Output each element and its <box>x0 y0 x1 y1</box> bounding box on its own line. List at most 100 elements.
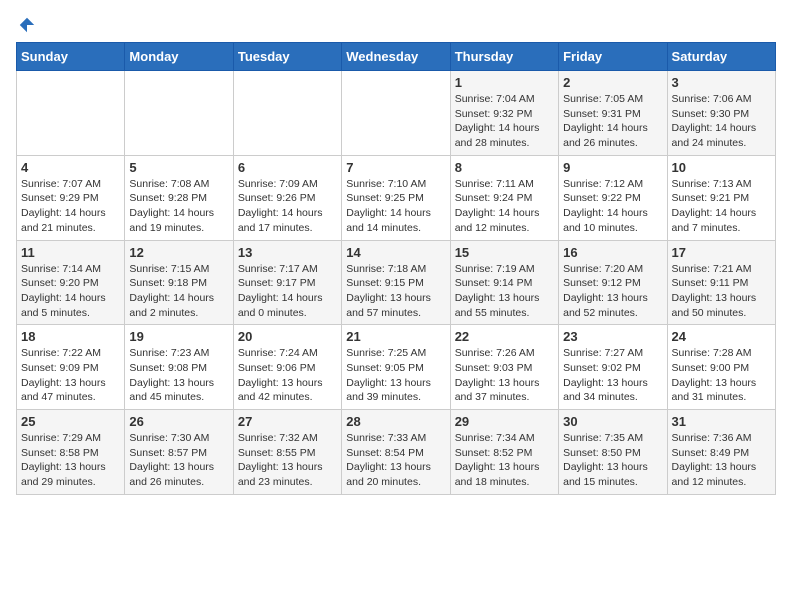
day-number: 7 <box>346 160 445 175</box>
day-info: Sunrise: 7:28 AM Sunset: 9:00 PM Dayligh… <box>672 346 771 405</box>
day-info: Sunrise: 7:23 AM Sunset: 9:08 PM Dayligh… <box>129 346 228 405</box>
calendar-cell: 16 Sunrise: 7:20 AM Sunset: 9:12 PM Dayli… <box>559 240 667 325</box>
calendar-cell: 11 Sunrise: 7:14 AM Sunset: 9:20 PM Dayli… <box>17 240 125 325</box>
day-number: 8 <box>455 160 554 175</box>
day-info: Sunrise: 7:27 AM Sunset: 9:02 PM Dayligh… <box>563 346 662 405</box>
day-number: 14 <box>346 245 445 260</box>
weekday-header-tuesday: Tuesday <box>233 43 341 71</box>
day-info: Sunrise: 7:09 AM Sunset: 9:26 PM Dayligh… <box>238 177 337 236</box>
day-number: 25 <box>21 414 120 429</box>
day-info: Sunrise: 7:06 AM Sunset: 9:30 PM Dayligh… <box>672 92 771 151</box>
calendar-cell <box>233 71 341 156</box>
weekday-header-saturday: Saturday <box>667 43 775 71</box>
day-info: Sunrise: 7:08 AM Sunset: 9:28 PM Dayligh… <box>129 177 228 236</box>
page-header <box>16 16 776 34</box>
day-info: Sunrise: 7:15 AM Sunset: 9:18 PM Dayligh… <box>129 262 228 321</box>
day-info: Sunrise: 7:25 AM Sunset: 9:05 PM Dayligh… <box>346 346 445 405</box>
day-info: Sunrise: 7:29 AM Sunset: 8:58 PM Dayligh… <box>21 431 120 490</box>
day-number: 20 <box>238 329 337 344</box>
calendar-cell: 10 Sunrise: 7:13 AM Sunset: 9:21 PM Dayli… <box>667 155 775 240</box>
day-info: Sunrise: 7:20 AM Sunset: 9:12 PM Dayligh… <box>563 262 662 321</box>
day-info: Sunrise: 7:12 AM Sunset: 9:22 PM Dayligh… <box>563 177 662 236</box>
calendar-week-3: 11 Sunrise: 7:14 AM Sunset: 9:20 PM Dayli… <box>17 240 776 325</box>
day-number: 2 <box>563 75 662 90</box>
calendar-cell: 4 Sunrise: 7:07 AM Sunset: 9:29 PM Daylig… <box>17 155 125 240</box>
calendar-cell: 2 Sunrise: 7:05 AM Sunset: 9:31 PM Daylig… <box>559 71 667 156</box>
calendar-week-1: 1 Sunrise: 7:04 AM Sunset: 9:32 PM Daylig… <box>17 71 776 156</box>
logo-icon <box>18 16 36 34</box>
day-number: 12 <box>129 245 228 260</box>
day-number: 27 <box>238 414 337 429</box>
calendar-cell: 24 Sunrise: 7:28 AM Sunset: 9:00 PM Dayli… <box>667 325 775 410</box>
calendar-cell <box>125 71 233 156</box>
calendar-cell: 23 Sunrise: 7:27 AM Sunset: 9:02 PM Dayli… <box>559 325 667 410</box>
day-number: 4 <box>21 160 120 175</box>
day-info: Sunrise: 7:13 AM Sunset: 9:21 PM Dayligh… <box>672 177 771 236</box>
day-info: Sunrise: 7:05 AM Sunset: 9:31 PM Dayligh… <box>563 92 662 151</box>
day-number: 1 <box>455 75 554 90</box>
calendar-cell: 8 Sunrise: 7:11 AM Sunset: 9:24 PM Daylig… <box>450 155 558 240</box>
calendar-cell: 14Sunrise: 7:18 AM Sunset: 9:15 PM Dayli… <box>342 240 450 325</box>
calendar-cell: 5 Sunrise: 7:08 AM Sunset: 9:28 PM Daylig… <box>125 155 233 240</box>
day-number: 11 <box>21 245 120 260</box>
calendar-cell: 7 Sunrise: 7:10 AM Sunset: 9:25 PM Daylig… <box>342 155 450 240</box>
day-number: 17 <box>672 245 771 260</box>
calendar-cell: 26Sunrise: 7:30 AM Sunset: 8:57 PM Dayli… <box>125 410 233 495</box>
day-number: 23 <box>563 329 662 344</box>
day-number: 5 <box>129 160 228 175</box>
day-info: Sunrise: 7:14 AM Sunset: 9:20 PM Dayligh… <box>21 262 120 321</box>
calendar-cell: 28 Sunrise: 7:33 AM Sunset: 8:54 PM Dayli… <box>342 410 450 495</box>
logo <box>16 16 36 34</box>
day-number: 18 <box>21 329 120 344</box>
day-number: 13 <box>238 245 337 260</box>
day-number: 15 <box>455 245 554 260</box>
weekday-header-friday: Friday <box>559 43 667 71</box>
day-number: 31 <box>672 414 771 429</box>
calendar-week-2: 4 Sunrise: 7:07 AM Sunset: 9:29 PM Daylig… <box>17 155 776 240</box>
calendar-cell: 1 Sunrise: 7:04 AM Sunset: 9:32 PM Daylig… <box>450 71 558 156</box>
weekday-header-sunday: Sunday <box>17 43 125 71</box>
calendar-cell: 25 Sunrise: 7:29 AM Sunset: 8:58 PM Dayli… <box>17 410 125 495</box>
calendar-cell: 3 Sunrise: 7:06 AM Sunset: 9:30 PM Daylig… <box>667 71 775 156</box>
calendar-cell: 9 Sunrise: 7:12 AM Sunset: 9:22 PM Daylig… <box>559 155 667 240</box>
calendar-cell: 6 Sunrise: 7:09 AM Sunset: 9:26 PM Daylig… <box>233 155 341 240</box>
calendar-table: SundayMondayTuesdayWednesdayThursdayFrid… <box>16 42 776 495</box>
day-info: Sunrise: 7:33 AM Sunset: 8:54 PM Dayligh… <box>346 431 445 490</box>
calendar-cell: 12 Sunrise: 7:15 AM Sunset: 9:18 PM Dayli… <box>125 240 233 325</box>
day-number: 22 <box>455 329 554 344</box>
day-number: 21 <box>346 329 445 344</box>
day-info: Sunrise: 7:35 AM Sunset: 8:50 PM Dayligh… <box>563 431 662 490</box>
day-info: Sunrise: 7:24 AM Sunset: 9:06 PM Dayligh… <box>238 346 337 405</box>
day-info: Sunrise: 7:32 AM Sunset: 8:55 PM Dayligh… <box>238 431 337 490</box>
calendar-cell <box>17 71 125 156</box>
calendar-cell <box>342 71 450 156</box>
day-info: Sunrise: 7:19 AM Sunset: 9:14 PM Dayligh… <box>455 262 554 321</box>
day-info: Sunrise: 7:36 AM Sunset: 8:49 PM Dayligh… <box>672 431 771 490</box>
calendar-cell: 30Sunrise: 7:35 AM Sunset: 8:50 PM Dayli… <box>559 410 667 495</box>
calendar-cell: 15 Sunrise: 7:19 AM Sunset: 9:14 PM Dayli… <box>450 240 558 325</box>
day-number: 9 <box>563 160 662 175</box>
weekday-header-wednesday: Wednesday <box>342 43 450 71</box>
calendar-cell: 19 Sunrise: 7:23 AM Sunset: 9:08 PM Dayli… <box>125 325 233 410</box>
day-number: 6 <box>238 160 337 175</box>
calendar-cell: 21 Sunrise: 7:25 AM Sunset: 9:05 PM Dayli… <box>342 325 450 410</box>
calendar-week-5: 25 Sunrise: 7:29 AM Sunset: 8:58 PM Dayli… <box>17 410 776 495</box>
day-info: Sunrise: 7:04 AM Sunset: 9:32 PM Dayligh… <box>455 92 554 151</box>
calendar-cell: 22 Sunrise: 7:26 AM Sunset: 9:03 PM Dayli… <box>450 325 558 410</box>
day-info: Sunrise: 7:10 AM Sunset: 9:25 PM Dayligh… <box>346 177 445 236</box>
day-number: 3 <box>672 75 771 90</box>
calendar-cell: 20 Sunrise: 7:24 AM Sunset: 9:06 PM Dayli… <box>233 325 341 410</box>
day-info: Sunrise: 7:11 AM Sunset: 9:24 PM Dayligh… <box>455 177 554 236</box>
day-number: 19 <box>129 329 228 344</box>
day-info: Sunrise: 7:26 AM Sunset: 9:03 PM Dayligh… <box>455 346 554 405</box>
calendar-cell: 18Sunrise: 7:22 AM Sunset: 9:09 PM Dayli… <box>17 325 125 410</box>
day-number: 28 <box>346 414 445 429</box>
weekday-header-thursday: Thursday <box>450 43 558 71</box>
day-info: Sunrise: 7:34 AM Sunset: 8:52 PM Dayligh… <box>455 431 554 490</box>
day-info: Sunrise: 7:17 AM Sunset: 9:17 PM Dayligh… <box>238 262 337 321</box>
day-number: 16 <box>563 245 662 260</box>
day-number: 24 <box>672 329 771 344</box>
day-number: 10 <box>672 160 771 175</box>
day-number: 26 <box>129 414 228 429</box>
day-info: Sunrise: 7:07 AM Sunset: 9:29 PM Dayligh… <box>21 177 120 236</box>
